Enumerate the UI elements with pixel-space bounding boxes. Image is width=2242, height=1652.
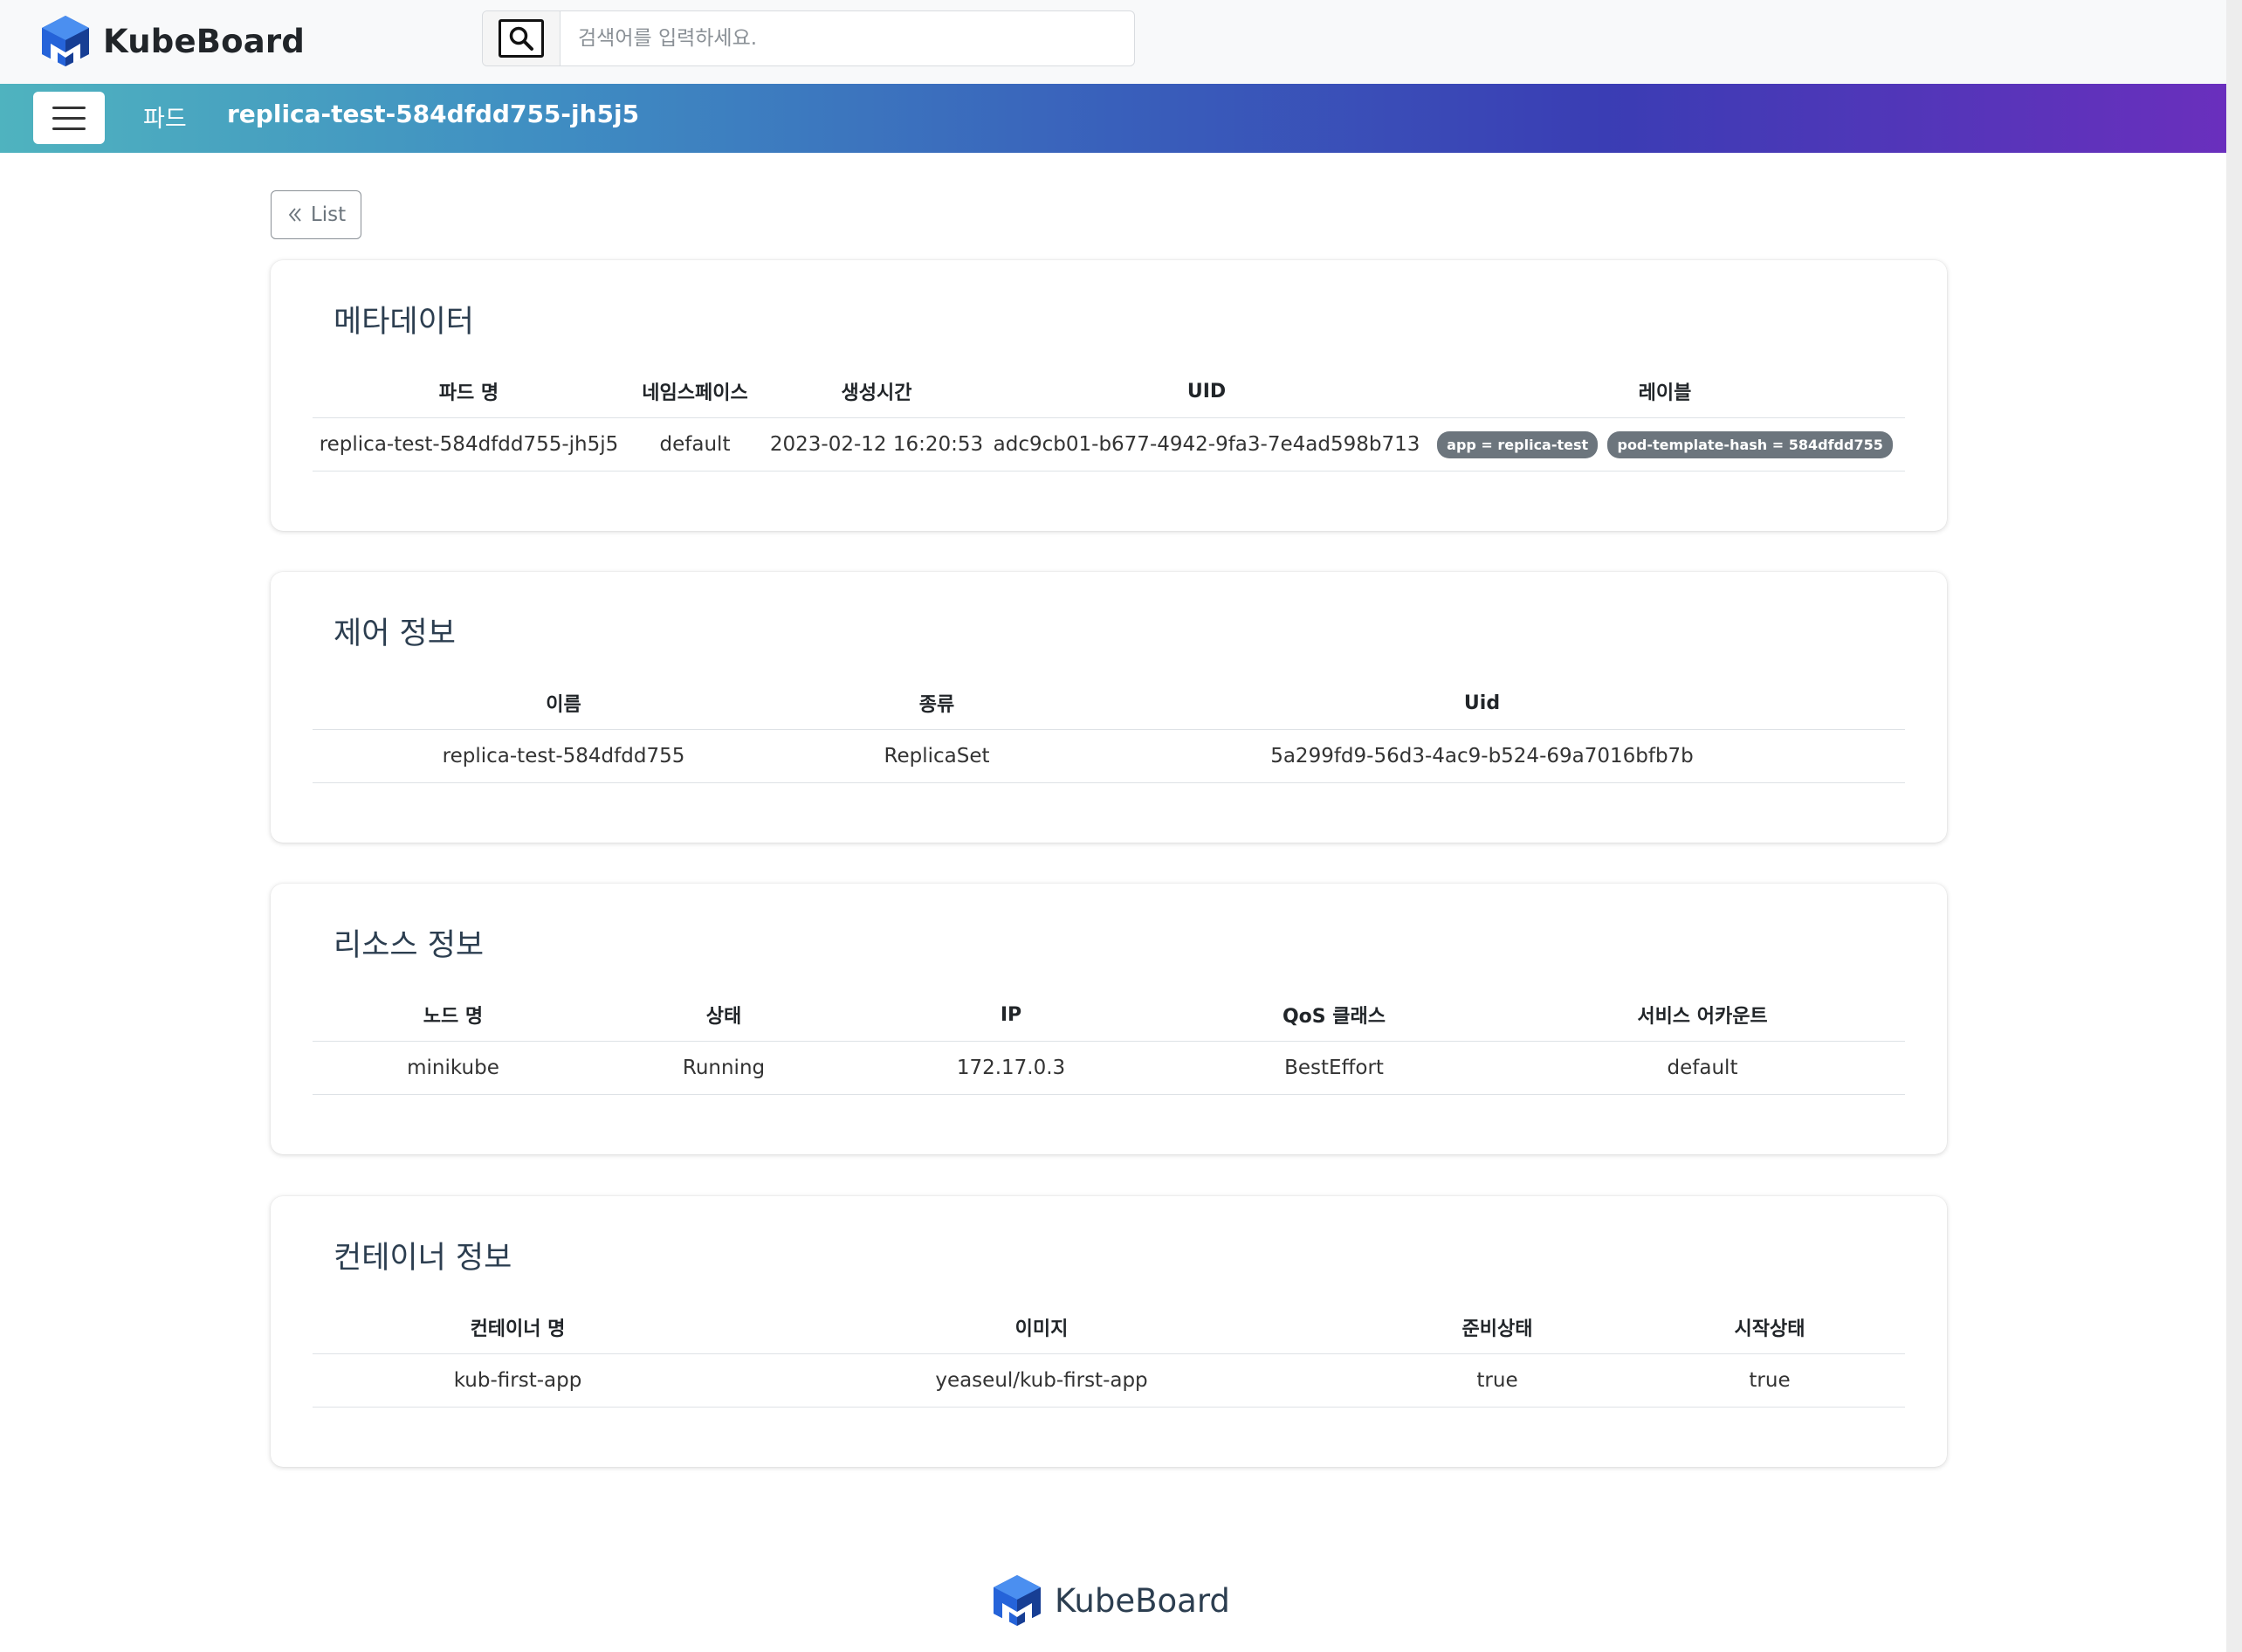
control-info-card: 제어 정보 이름 종류 Uid replica-test-584dfdd755 …	[271, 572, 1947, 843]
container-info-card: 컨테이너 정보 컨테이너 명 이미지 준비상태 시작상태 kub-first-a…	[271, 1196, 1947, 1467]
column-header: 서비스 어카운트	[1500, 988, 1905, 1042]
column-header: 종류	[815, 677, 1059, 730]
status-cell: Running	[594, 1041, 854, 1095]
uid-cell: adc9cb01-b677-4942-9fa3-7e4ad598b713	[988, 417, 1425, 472]
column-header: 컨테이너 명	[313, 1301, 723, 1354]
qos-cell: BestEffort	[1168, 1041, 1500, 1095]
table-row: minikube Running 172.17.0.3 BestEffort d…	[313, 1041, 1905, 1095]
owner-name-cell: replica-test-584dfdd755	[313, 729, 815, 783]
hamburger-icon	[52, 106, 86, 109]
container-name-cell: kub-first-app	[313, 1353, 723, 1408]
control-info-title: 제어 정보	[334, 616, 456, 651]
image-cell: yeaseul/kub-first-app	[723, 1353, 1360, 1408]
column-header: Uid	[1059, 677, 1905, 730]
column-header: 준비상태	[1360, 1301, 1634, 1354]
resource-info-title: 리소스 정보	[334, 928, 485, 963]
label-badge: app = replica-test	[1437, 430, 1599, 458]
menu-toggle-button[interactable]	[33, 92, 105, 144]
footer-brand-name: KubeBoard	[1055, 1581, 1230, 1620]
label-badge: pod-template-hash = 584dfdd755	[1607, 430, 1893, 458]
column-header: 노드 명	[313, 988, 594, 1042]
footer-brand: KubeBoard	[990, 1573, 1230, 1628]
metadata-card: 메타데이터 파드 명 네임스페이스 생성시간 UID 레이블 replica-t…	[271, 260, 1947, 531]
search-input[interactable]	[560, 11, 1134, 65]
column-header: 이미지	[723, 1301, 1360, 1354]
column-header: 레이블	[1425, 365, 1905, 418]
ip-cell: 172.17.0.3	[854, 1041, 1168, 1095]
search-bar	[482, 10, 1135, 66]
top-navbar: KubeBoard	[0, 0, 2226, 85]
created-cell: 2023-02-12 16:20:53	[765, 417, 988, 472]
metadata-title: 메타데이터	[334, 305, 475, 340]
table-row: replica-test-584dfdd755-jh5j5 default 20…	[313, 417, 1905, 472]
window-edge	[2226, 0, 2242, 1652]
table-row: kub-first-app yeaseul/kub-first-app true…	[313, 1353, 1905, 1408]
owner-uid-cell: 5a299fd9-56d3-4ac9-b524-69a7016bfb7b	[1059, 729, 1905, 783]
double-chevron-left-icon	[288, 208, 301, 222]
control-info-table: 이름 종류 Uid replica-test-584dfdd755 Replic…	[313, 677, 1905, 783]
page-title: replica-test-584dfdd755-jh5j5	[227, 100, 640, 128]
resource-info-card: 리소스 정보 노드 명 상태 IP QoS 클래스 서비스 어카운트 minik…	[271, 884, 1947, 1154]
ready-cell: true	[1360, 1353, 1634, 1408]
container-info-table: 컨테이너 명 이미지 준비상태 시작상태 kub-first-app yease…	[313, 1301, 1905, 1408]
metadata-table: 파드 명 네임스페이스 생성시간 UID 레이블 replica-test-58…	[313, 365, 1905, 472]
container-info-title: 컨테이너 정보	[334, 1241, 512, 1276]
started-cell: true	[1634, 1353, 1905, 1408]
column-header: UID	[988, 365, 1425, 418]
list-button-label: List	[310, 203, 347, 226]
column-header: 네임스페이스	[625, 365, 765, 418]
search-button[interactable]	[483, 11, 560, 65]
column-header: QoS 클래스	[1168, 988, 1500, 1042]
brand-link[interactable]: KubeBoard	[38, 12, 305, 70]
namespace-cell: default	[625, 417, 765, 472]
kubeboard-logo-icon	[42, 16, 89, 66]
node-name-cell: minikube	[313, 1041, 594, 1095]
breadcrumb-section[interactable]: 파드	[143, 100, 187, 134]
service-account-cell: default	[1500, 1041, 1905, 1095]
owner-kind-cell: ReplicaSet	[815, 729, 1059, 783]
column-header: IP	[854, 988, 1168, 1042]
column-header: 파드 명	[313, 365, 625, 418]
column-header: 이름	[313, 677, 815, 730]
pod-name-cell: replica-test-584dfdd755-jh5j5	[313, 417, 625, 472]
column-header: 상태	[594, 988, 854, 1042]
column-header: 생성시간	[765, 365, 988, 418]
labels-cell: app = replica-test pod-template-hash = 5…	[1425, 417, 1905, 472]
search-icon	[509, 26, 533, 51]
column-header: 시작상태	[1634, 1301, 1905, 1354]
brand-name: KubeBoard	[103, 22, 306, 60]
page-header: 파드 replica-test-584dfdd755-jh5j5	[0, 84, 2226, 153]
table-row: replica-test-584dfdd755 ReplicaSet 5a299…	[313, 729, 1905, 783]
resource-info-table: 노드 명 상태 IP QoS 클래스 서비스 어카운트 minikube Run…	[313, 988, 1905, 1095]
kubeboard-logo-icon	[994, 1575, 1041, 1626]
back-to-list-button[interactable]: List	[271, 190, 361, 239]
